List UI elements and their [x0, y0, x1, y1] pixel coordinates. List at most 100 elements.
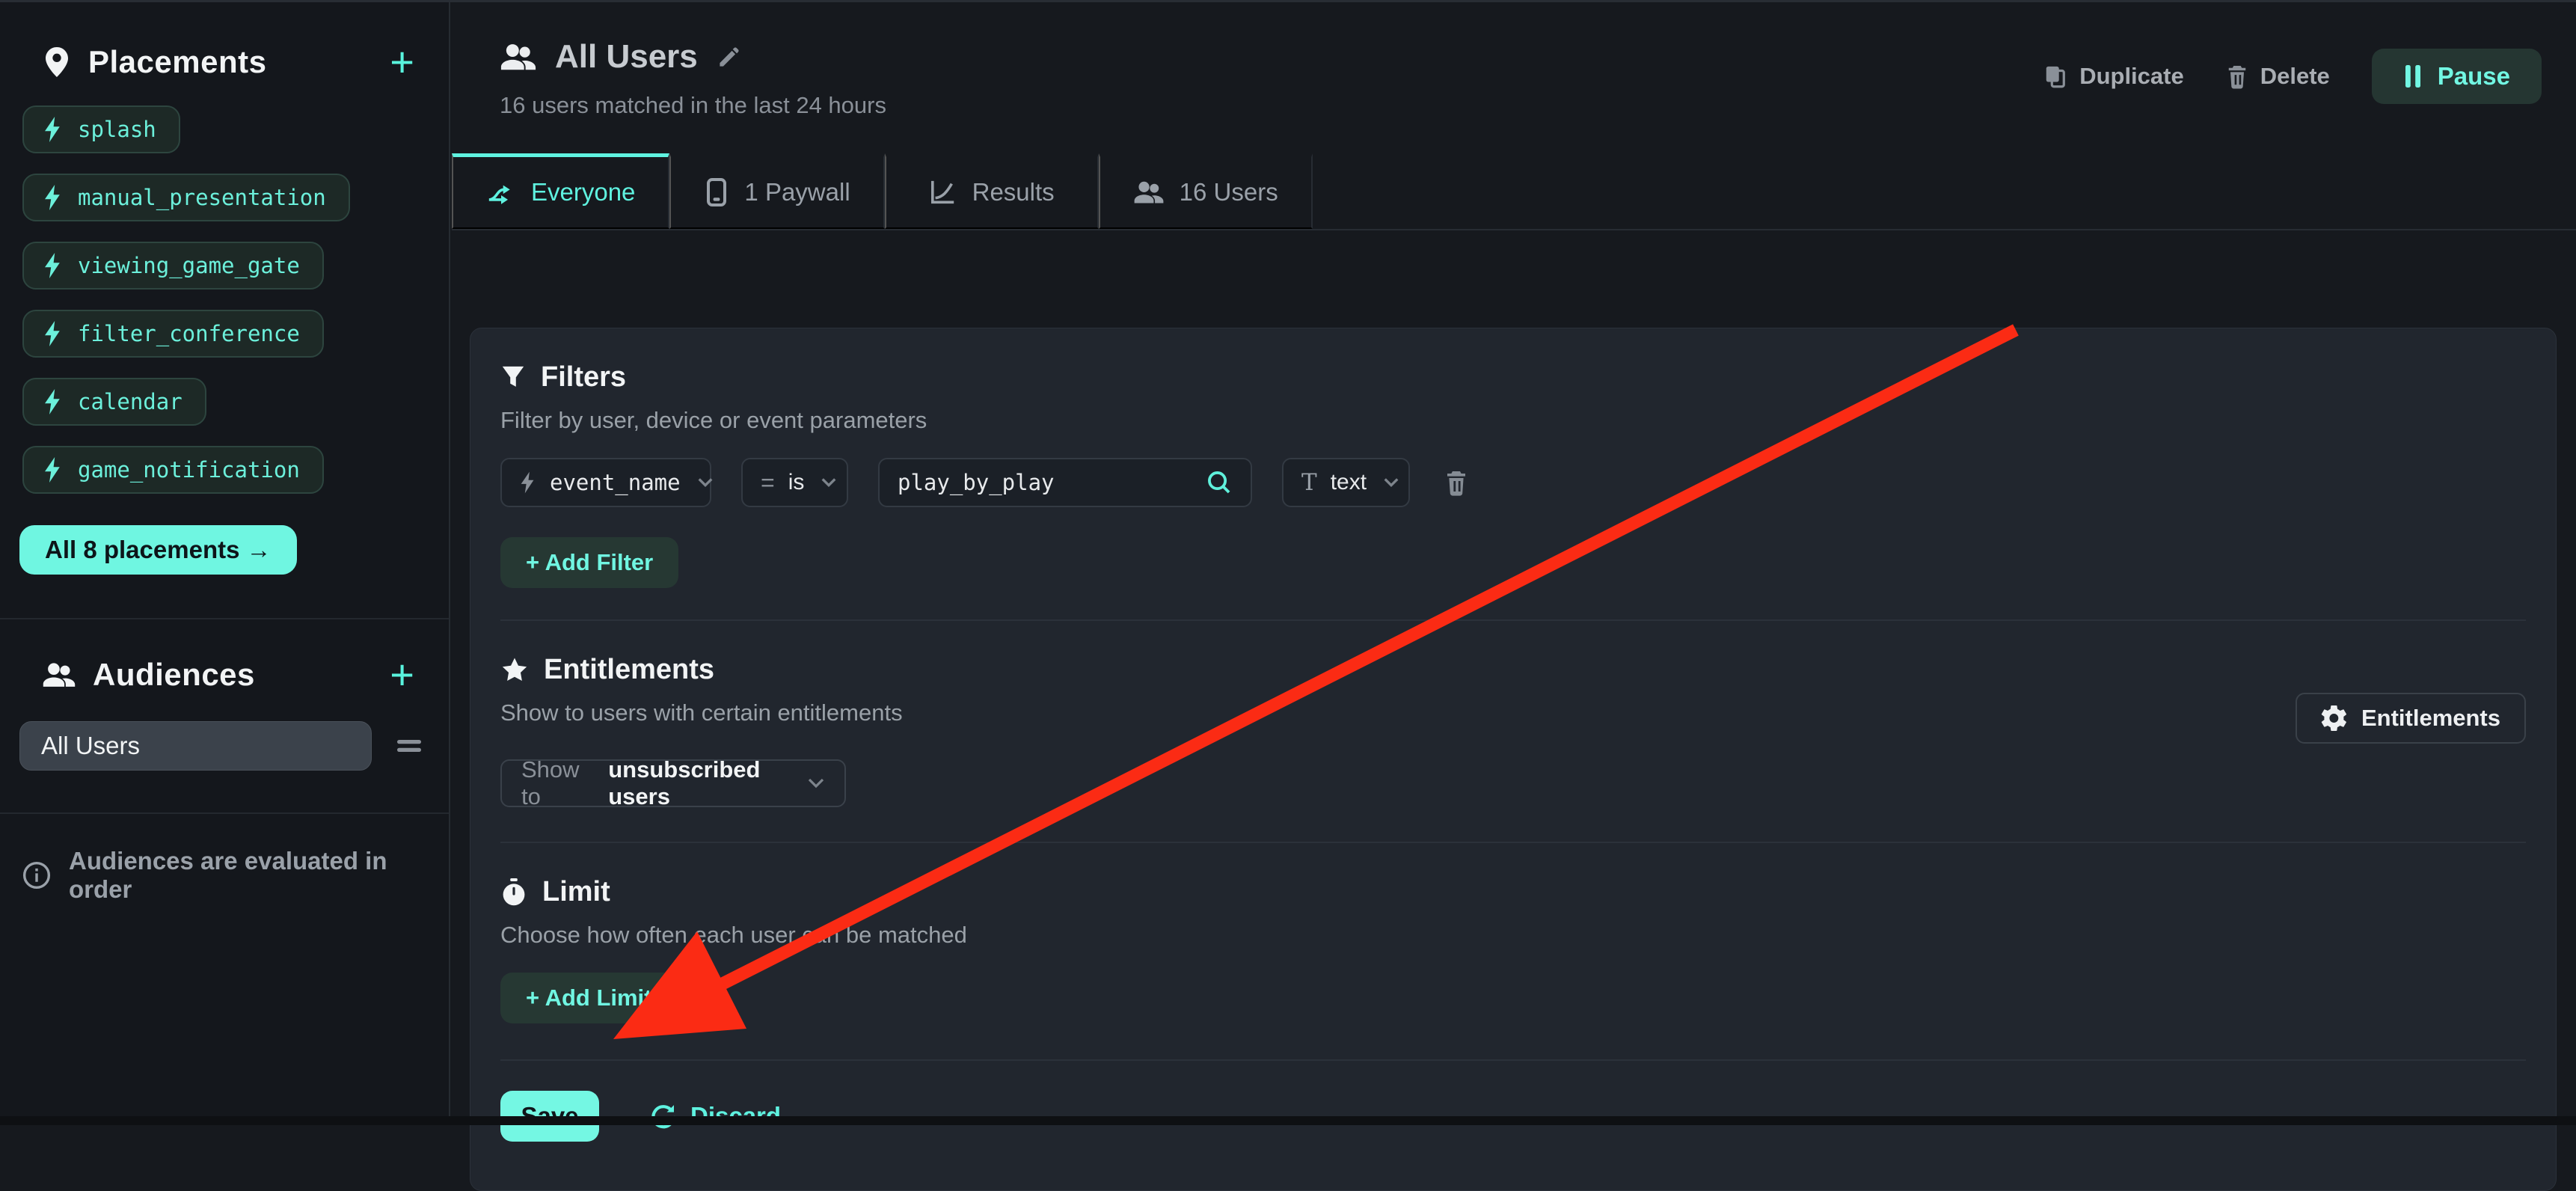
tab-label: Everyone — [531, 178, 635, 206]
filter-value-text: play_by_play — [898, 470, 1055, 495]
tab-results[interactable]: Results — [885, 153, 1099, 229]
filters-section-header: Filters — [500, 361, 2526, 394]
chevron-down-icon — [697, 477, 714, 489]
placement-chip-filter-conference[interactable]: filter_conference — [22, 310, 324, 358]
audiences-note: Audiences are evaluated in order — [0, 814, 449, 904]
search-icon — [1206, 469, 1233, 496]
placement-chip-label: viewing_game_gate — [78, 253, 300, 278]
entitlements-title: Entitlements — [544, 654, 714, 686]
filters-subtitle: Filter by user, device or event paramete… — [500, 407, 2526, 434]
pencil-icon[interactable] — [716, 43, 743, 70]
filter-operator-dropdown[interactable]: = is — [741, 458, 848, 507]
show-to-dropdown[interactable]: Show to unsubscribed users — [500, 759, 846, 807]
entitlements-settings-button[interactable]: Entitlements — [2296, 693, 2526, 744]
placement-chip-label: manual_presentation — [78, 185, 326, 210]
placements-header: Placements + — [0, 2, 449, 102]
tab-everyone[interactable]: Everyone — [452, 153, 669, 229]
audiences-title: Audiences — [93, 657, 369, 693]
people-icon — [500, 42, 537, 72]
tab-bar: Everyone 1 Paywall Results 16 Users — [452, 153, 2576, 230]
placements-title: Placements — [88, 44, 369, 80]
page-title: All Users — [555, 38, 698, 76]
placement-chip-calendar[interactable]: calendar — [22, 378, 206, 426]
section-divider — [500, 1059, 2526, 1061]
audiences-header: Audiences + — [0, 619, 449, 711]
tab-paywall[interactable]: 1 Paywall — [669, 153, 884, 229]
filter-row: event_name = is play_by_play — [500, 458, 2526, 507]
lightning-icon — [43, 253, 63, 278]
add-placement-button[interactable]: + — [385, 47, 419, 77]
tab-label: 1 Paywall — [744, 178, 850, 206]
limit-subtitle: Choose how often each user can be matche… — [500, 922, 2526, 949]
add-limit-button[interactable]: + Add Limit — [500, 973, 678, 1023]
duplicate-label: Duplicate — [2079, 63, 2184, 90]
add-audience-button[interactable]: + — [385, 660, 419, 690]
trash-icon — [2226, 64, 2248, 89]
split-arrows-icon — [486, 179, 516, 206]
placement-chip-splash[interactable]: splash — [22, 105, 180, 153]
text-type-icon: T — [1301, 469, 1317, 496]
entitlements-subtitle: Show to users with certain entitlements — [500, 699, 2526, 726]
audience-row: All Users — [0, 711, 449, 771]
header-actions: Duplicate Delete Pause — [2043, 49, 2542, 104]
placement-chip-label: filter_conference — [78, 321, 300, 346]
audiences-note-text: Audiences are evaluated in order — [69, 847, 426, 904]
info-icon — [22, 861, 51, 890]
filter-type-value: text — [1331, 470, 1367, 495]
placement-chip-label: game_notification — [78, 457, 300, 483]
duplicate-button[interactable]: Duplicate — [2043, 63, 2184, 90]
main-panel: All Users 16 users matched in the last 2… — [452, 2, 2576, 1125]
chevron-down-icon — [1383, 477, 1399, 489]
app-window: Placements + splash manual_presentation … — [0, 0, 2576, 1125]
section-divider — [500, 842, 2526, 843]
stopwatch-icon — [500, 878, 527, 907]
placement-chip-game-notification[interactable]: game_notification — [22, 446, 324, 494]
star-icon — [500, 656, 529, 685]
tab-label: 16 Users — [1180, 178, 1278, 206]
chevron-down-icon — [807, 777, 825, 790]
filters-title: Filters — [541, 361, 626, 394]
sidebar: Placements + splash manual_presentation … — [0, 2, 450, 1125]
audience-item-all-users[interactable]: All Users — [19, 721, 372, 771]
copy-icon — [2043, 64, 2067, 89]
filter-field-value: event_name — [550, 470, 681, 495]
pause-button[interactable]: Pause — [2372, 49, 2542, 104]
delete-label: Delete — [2260, 63, 2330, 90]
lightning-icon — [43, 117, 63, 142]
show-to-value: unsubscribed users — [608, 756, 794, 810]
audience-config-card: Filters Filter by user, device or event … — [470, 328, 2557, 1191]
matched-users-subtitle: 16 users matched in the last 24 hours — [500, 92, 886, 119]
filter-field-dropdown[interactable]: event_name — [500, 458, 711, 507]
lightning-icon — [43, 185, 63, 210]
chart-icon — [929, 179, 957, 206]
delete-button[interactable]: Delete — [2226, 63, 2330, 90]
add-filter-button[interactable]: + Add Filter — [500, 537, 678, 588]
chevron-down-icon — [821, 477, 837, 489]
filter-operator-value: is — [788, 470, 805, 495]
remove-filter-button[interactable] — [1444, 468, 1468, 497]
placement-chip-manual-presentation[interactable]: manual_presentation — [22, 174, 350, 221]
tab-users[interactable]: 16 Users — [1099, 153, 1313, 229]
placement-chip-label: splash — [78, 117, 156, 142]
people-icon — [42, 661, 76, 688]
lightning-icon — [43, 321, 63, 346]
entitlements-settings-label: Entitlements — [2361, 705, 2500, 732]
placement-list: splash manual_presentation viewing_game_… — [0, 102, 449, 494]
lightning-icon — [520, 471, 536, 494]
lightning-icon — [43, 457, 63, 483]
people-icon — [1133, 180, 1165, 205]
tab-label: Results — [972, 178, 1055, 206]
filter-value-input[interactable]: play_by_play — [878, 458, 1252, 507]
limit-title: Limit — [542, 876, 610, 908]
filter-type-dropdown[interactable]: T text — [1282, 458, 1410, 507]
map-pin-icon — [42, 46, 72, 79]
placement-chip-viewing-game-gate[interactable]: viewing_game_gate — [22, 242, 324, 290]
pause-label: Pause — [2438, 62, 2510, 91]
bottom-edge — [0, 1116, 2576, 1125]
funnel-icon — [500, 364, 526, 391]
limit-section-header: Limit — [500, 876, 2526, 908]
lightning-icon — [43, 389, 63, 414]
all-placements-button[interactable]: All 8 placements → — [19, 525, 297, 575]
section-divider — [500, 619, 2526, 621]
drag-handle-icon[interactable] — [393, 737, 426, 755]
